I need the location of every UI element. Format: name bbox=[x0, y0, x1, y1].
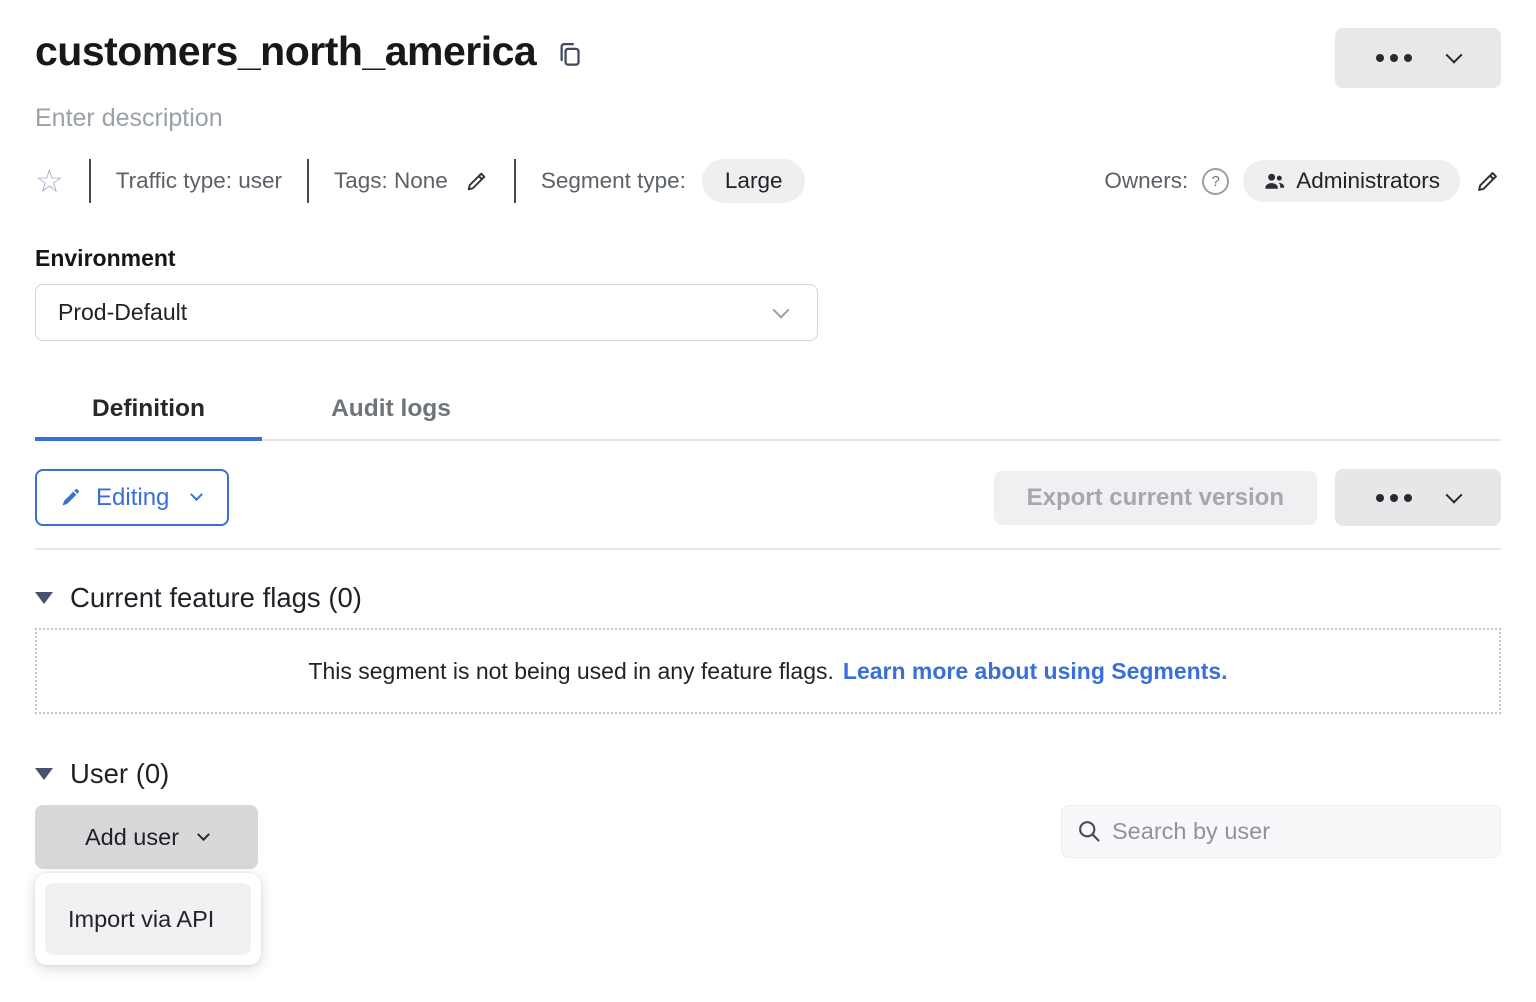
feature-flags-section-header[interactable]: Current feature flags (0) bbox=[35, 582, 1501, 614]
divider bbox=[89, 159, 91, 203]
owners-group: Owners: ? Administrators bbox=[1104, 160, 1501, 202]
learn-more-link[interactable]: Learn more about using Segments. bbox=[843, 658, 1228, 685]
tab-definition[interactable]: Definition bbox=[35, 379, 262, 439]
divider bbox=[307, 159, 309, 203]
environment-label: Environment bbox=[35, 245, 1501, 272]
people-icon bbox=[1263, 170, 1286, 193]
chevron-down-icon bbox=[197, 828, 210, 841]
segment-type-group: Segment type: Large bbox=[541, 159, 806, 203]
user-search-box bbox=[1061, 805, 1501, 858]
divider bbox=[514, 159, 516, 203]
export-version-button[interactable]: Export current version bbox=[994, 471, 1317, 525]
user-section-header[interactable]: User (0) bbox=[35, 758, 1501, 790]
chevron-down-icon bbox=[1446, 47, 1463, 64]
description-field[interactable]: Enter description bbox=[35, 104, 1501, 133]
header: customers_north_america bbox=[35, 28, 1501, 88]
toolbar-more-button[interactable] bbox=[1335, 469, 1501, 526]
tags-group: Tags: None bbox=[334, 168, 489, 194]
owners-label: Owners: bbox=[1104, 168, 1188, 194]
chevron-down-icon bbox=[191, 488, 204, 501]
owners-value: Administrators bbox=[1296, 168, 1440, 194]
search-input[interactable] bbox=[1112, 818, 1486, 845]
search-icon bbox=[1076, 818, 1103, 845]
header-more-button[interactable] bbox=[1335, 28, 1501, 88]
owners-chip[interactable]: Administrators bbox=[1243, 160, 1460, 202]
collapse-triangle-icon bbox=[35, 592, 53, 604]
segment-detail-page: customers_north_america Enter descriptio… bbox=[0, 28, 1536, 869]
add-user-label: Add user bbox=[85, 824, 179, 851]
page-title: customers_north_america bbox=[35, 28, 536, 75]
tab-audit-logs[interactable]: Audit logs bbox=[262, 379, 520, 439]
editing-status-button[interactable]: Editing bbox=[35, 469, 229, 526]
editing-label: Editing bbox=[96, 484, 169, 512]
edit-tags-pencil-icon[interactable] bbox=[464, 169, 489, 194]
chevron-down-icon bbox=[1446, 486, 1463, 503]
user-controls-row: Add user Import via API bbox=[35, 805, 1501, 869]
traffic-type: Traffic type: user bbox=[116, 168, 282, 194]
definition-toolbar: Editing Export current version bbox=[35, 469, 1501, 526]
star-icon[interactable]: ☆ bbox=[35, 165, 64, 197]
tab-bar: Definition Audit logs bbox=[35, 379, 1501, 441]
add-user-dropdown-group: Add user Import via API bbox=[35, 805, 258, 869]
menu-item-import-via-api[interactable]: Import via API bbox=[45, 883, 251, 955]
segment-type-label: Segment type: bbox=[541, 168, 686, 194]
segment-type-badge: Large bbox=[702, 159, 806, 203]
feature-flags-empty-state: This segment is not being used in any fe… bbox=[35, 628, 1501, 714]
chevron-down-icon bbox=[773, 301, 790, 318]
ellipsis-icon bbox=[1376, 494, 1412, 502]
collapse-triangle-icon bbox=[35, 768, 53, 780]
user-section-title: User (0) bbox=[70, 758, 169, 790]
edit-owners-pencil-icon[interactable] bbox=[1474, 168, 1501, 195]
divider bbox=[35, 548, 1501, 550]
feature-flags-section-title: Current feature flags (0) bbox=[70, 582, 362, 614]
add-user-button[interactable]: Add user bbox=[35, 805, 258, 869]
ellipsis-icon bbox=[1376, 54, 1412, 62]
meta-row: ☆ Traffic type: user Tags: None Segment … bbox=[35, 159, 1501, 203]
environment-selected-value: Prod-Default bbox=[58, 299, 187, 326]
copy-icon[interactable] bbox=[556, 39, 583, 70]
title-group: customers_north_america bbox=[35, 28, 583, 75]
help-icon[interactable]: ? bbox=[1202, 168, 1229, 195]
tags-label: Tags: None bbox=[334, 168, 448, 194]
pencil-icon bbox=[60, 487, 81, 508]
environment-select[interactable]: Prod-Default bbox=[35, 284, 818, 341]
add-user-dropdown-menu: Import via API bbox=[35, 873, 261, 965]
empty-state-message: This segment is not being used in any fe… bbox=[308, 658, 833, 685]
